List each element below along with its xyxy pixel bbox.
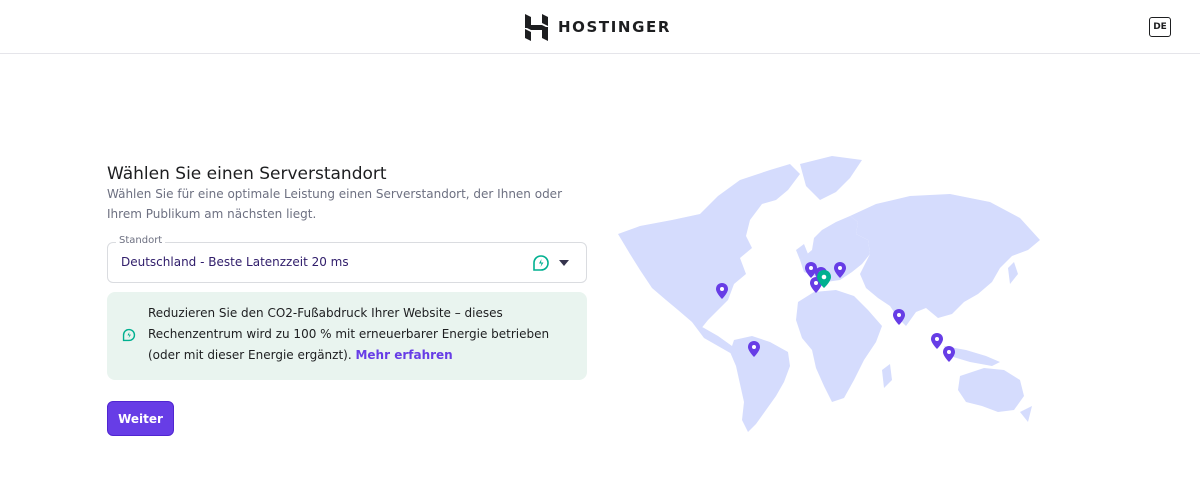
top-bar: HOSTINGER DE (0, 0, 1200, 54)
learn-more-link[interactable]: Mehr erfahren (355, 348, 452, 362)
hostinger-logo-icon (525, 13, 548, 41)
continue-button[interactable]: Weiter (107, 401, 174, 436)
map-pin-indonesia[interactable] (943, 346, 955, 362)
map-land (618, 156, 1040, 432)
location-select[interactable]: Standort Deutschland - Beste Latenzzeit … (107, 235, 587, 283)
map-pin-malaysia[interactable] (931, 333, 943, 349)
world-map (618, 156, 1040, 432)
brand-name: HOSTINGER (558, 18, 671, 36)
hostinger-logo[interactable]: HOSTINGER (525, 13, 671, 41)
location-select-value: Deutschland - Beste Latenzzeit 20 ms (121, 255, 349, 269)
language-selector-button[interactable]: DE (1149, 17, 1171, 37)
leaf-icon (533, 255, 549, 271)
leaf-icon (122, 328, 136, 342)
eco-notice-body: Reduzieren Sie den CO2-Fußabdruck Ihrer … (148, 306, 550, 362)
caret-down-icon (559, 260, 569, 266)
page-subtitle: Wählen Sie für eine optimale Leistung ei… (107, 187, 562, 221)
eco-notice: Reduzieren Sie den CO2-Fußabdruck Ihrer … (107, 292, 587, 380)
page-title: Wählen Sie einen Serverstandort (107, 164, 387, 184)
eco-notice-text: Reduzieren Sie den CO2-Fußabdruck Ihrer … (148, 303, 578, 366)
location-select-label: Standort (116, 235, 166, 246)
